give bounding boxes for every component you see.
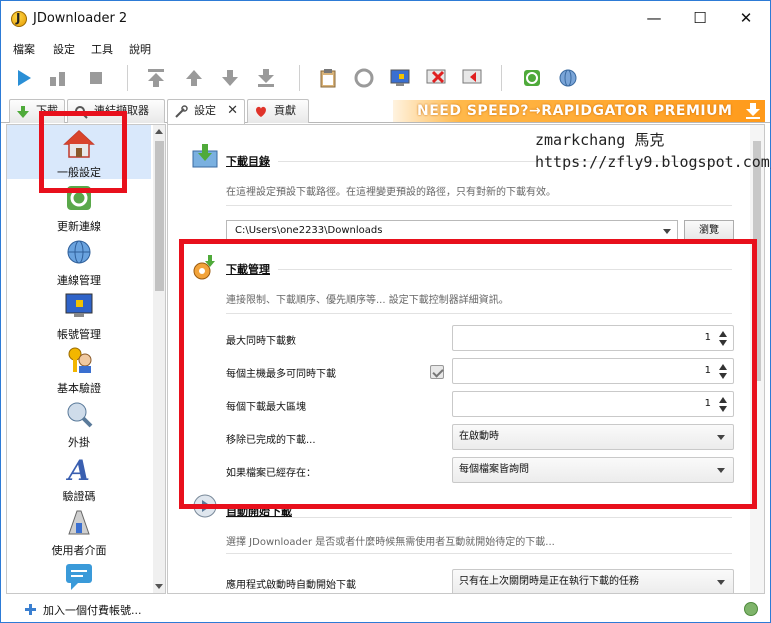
auto-start-label: 應用程式啟動時自動開始下載 (226, 580, 356, 591)
watermark-line2: https://zfly9.blogspot.com/ (535, 153, 771, 171)
menu-settings[interactable]: 設定 (53, 41, 75, 57)
menu-tools[interactable]: 工具 (91, 41, 113, 57)
heart-icon (256, 106, 266, 117)
close-button[interactable]: ✕ (723, 1, 769, 35)
tab-settings-label: 設定 (194, 104, 216, 117)
auto-start-desc: 選擇 JDownloader 是否或者什麼時候無需使用者互動就開始待定的下載..… (226, 537, 555, 548)
move-bottom-icon[interactable] (255, 67, 277, 89)
chevron-down-icon[interactable] (717, 580, 725, 585)
sidebar-item-more[interactable] (7, 557, 151, 593)
section-divider (226, 553, 732, 554)
menu-help[interactable]: 說明 (129, 41, 151, 57)
auth-icon (68, 347, 92, 373)
window-title: JDownloader 2 (33, 11, 128, 26)
start-downloads-icon[interactable] (13, 67, 35, 89)
sidebar-item-plugins[interactable]: 外掛 (7, 395, 151, 449)
sidebar-item-auth-label: 基本驗證 (57, 382, 101, 395)
sidebar-item-ui-label: 使用者介面 (51, 544, 107, 557)
remove-finished-icon[interactable] (461, 67, 483, 89)
move-top-icon[interactable] (145, 67, 167, 89)
clipboard-icon[interactable] (317, 67, 339, 89)
chevron-down-icon[interactable] (663, 229, 671, 234)
move-up-icon[interactable] (183, 67, 205, 89)
scroll-up-icon[interactable] (155, 129, 163, 134)
sidebar-item-reconnect-label: 更新連線 (57, 220, 101, 233)
download-folder-title: 下載目錄 (226, 155, 270, 168)
connection-icon (67, 240, 91, 264)
globe-icon[interactable] (557, 67, 579, 89)
sidebar-item-accounts-label: 帳號管理 (57, 328, 101, 341)
banner-download-icon (746, 103, 760, 119)
premium-banner-text: NEED SPEED?→RAPIDGATOR PREMIUM (417, 103, 733, 119)
sidebar-item-connection[interactable]: 連線管理 (7, 233, 151, 287)
app-window: J JDownloader 2 — ☐ ✕ 檔案 設定 工具 說明 下載 連結擷… (0, 0, 771, 623)
toolbar-separator (127, 65, 128, 91)
auto-start-select[interactable]: 只有在上次關閉時是正在執行下載的任務 (452, 569, 734, 593)
scroll-down-icon[interactable] (155, 584, 163, 589)
menu-file[interactable]: 檔案 (13, 41, 35, 57)
add-account-icon[interactable] (25, 604, 36, 615)
plugin-icon (67, 402, 93, 428)
toolbar-separator (501, 65, 502, 91)
watermark: zmarkchang 馬克 https://zfly9.blogspot.com… (535, 129, 771, 173)
sidebar-item-plugins-label: 外掛 (68, 436, 90, 449)
sidebar-item-ui[interactable]: 使用者介面 (7, 503, 151, 557)
status-indicator-icon[interactable] (744, 602, 758, 616)
toolbar-separator (299, 65, 300, 91)
wrench-icon (175, 105, 188, 118)
settings-sidebar: 一般設定 更新連線 連線管理 帳號管理 基本驗證 外掛 A 驗證碼 使用者介面 (6, 124, 166, 594)
chat-icon (66, 564, 92, 590)
section-divider (226, 205, 732, 206)
highlight-general-settings (39, 111, 127, 193)
maximize-button[interactable]: ☐ (677, 1, 723, 35)
sidebar-item-captcha-label: 驗證碼 (62, 490, 96, 503)
section-divider (226, 517, 732, 518)
tab-contribute[interactable]: 貢獻 (247, 99, 309, 123)
pause-downloads-icon[interactable] (47, 67, 69, 89)
account-icon (65, 293, 93, 317)
title-bar: J JDownloader 2 — ☐ ✕ (1, 1, 770, 37)
download-path-value: C:\Users\one2233\Downloads (235, 225, 383, 236)
add-premium-account-link[interactable]: 加入一個付費帳號... (43, 602, 142, 618)
clear-list-icon[interactable] (425, 67, 447, 89)
menu-bar: 檔案 設定 工具 說明 (1, 37, 770, 59)
tab-settings[interactable]: 設定 ✕ (167, 99, 245, 124)
auto-start-value: 只有在上次關閉時是正在執行下載的任務 (459, 576, 639, 587)
ui-icon (68, 510, 90, 535)
tab-contribute-label: 貢獻 (274, 104, 296, 117)
move-down-icon[interactable] (219, 67, 241, 89)
toolbar (1, 59, 770, 97)
highlight-download-management (179, 239, 757, 509)
download-folder-icon (192, 144, 218, 168)
download-arrow-icon (17, 106, 29, 118)
sidebar-item-captcha[interactable]: A 驗證碼 (7, 449, 151, 503)
sidebar-scroll-thumb[interactable] (155, 141, 164, 291)
premium-toggle-icon[interactable] (389, 67, 411, 89)
status-bar: 加入一個付費帳號... (1, 597, 770, 623)
premium-banner[interactable]: NEED SPEED?→RAPIDGATOR PREMIUM (393, 100, 765, 122)
minimize-button[interactable]: — (631, 1, 677, 35)
jdownloader-logo-icon: J (11, 11, 27, 27)
sidebar-item-accounts[interactable]: 帳號管理 (7, 287, 151, 341)
update-icon[interactable] (521, 67, 543, 89)
reconnect-toolbar-icon[interactable] (353, 67, 375, 89)
svg-text:A: A (65, 454, 90, 483)
sidebar-item-auth[interactable]: 基本驗證 (7, 341, 151, 395)
download-folder-desc: 在這裡設定預設下載路徑。在這裡變更預設的路徑，只有對新的下載有效。 (226, 187, 556, 198)
tab-settings-close-icon[interactable]: ✕ (227, 100, 238, 122)
watermark-line1: zmarkchang 馬克 (535, 131, 665, 149)
captcha-icon: A (65, 454, 90, 483)
sidebar-scrollbar[interactable] (153, 125, 165, 593)
stop-downloads-icon[interactable] (85, 67, 107, 89)
sidebar-item-connection-label: 連線管理 (57, 274, 101, 287)
